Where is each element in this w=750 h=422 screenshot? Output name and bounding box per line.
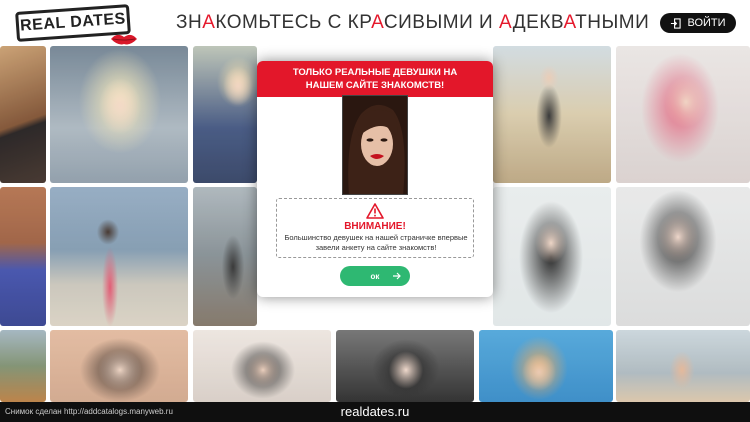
page-headline: ЗНАКОМЬТЕСЬ С КРАСИВЫМИ И АДЕКВАТНЫМИ <box>176 12 649 34</box>
lips-icon <box>111 34 137 45</box>
headline-part: А <box>371 12 384 33</box>
warning-text: Большинство девушек на нашей страничке в… <box>284 233 468 252</box>
page: REAL DATES ЗНАКОМЬТЕСЬ С КРАСИВЫМИ И АДЕ… <box>0 0 750 422</box>
arrow-right-icon <box>393 272 401 280</box>
featured-profile-photo <box>342 95 408 195</box>
warning-box: ВНИМАНИЕ! Большинство девушек на нашей с… <box>276 198 474 258</box>
notice-dialog: ТОЛЬКО РЕАЛЬНЫЕ ДЕВУШКИ НА НАШЕМ САЙТЕ З… <box>257 61 493 297</box>
site-header: REAL DATES ЗНАКОМЬТЕСЬ С КРАСИВЫМИ И АДЕ… <box>0 0 750 46</box>
headline-part: ТНЫМИ <box>575 12 650 33</box>
site-logo[interactable]: REAL DATES <box>15 4 137 45</box>
dialog-title: ТОЛЬКО РЕАЛЬНЫЕ ДЕВУШКИ НА НАШЕМ САЙТЕ З… <box>257 61 493 97</box>
warning-icon <box>366 203 384 219</box>
ok-label: ок <box>370 271 380 281</box>
screenshot-footer: Снимок сделан http://addcatalogs.manyweb… <box>0 402 750 422</box>
login-icon <box>671 17 682 29</box>
headline-part: А <box>563 12 576 33</box>
login-button[interactable]: ВОЙТИ <box>660 13 736 33</box>
headline-part: А <box>202 12 216 33</box>
headline-part: КОМЬТЕСЬ С КР <box>215 12 372 33</box>
ok-button[interactable]: ок <box>340 266 410 286</box>
headline-part: А <box>498 12 513 33</box>
headline-part: СИВЫМИ И <box>383 12 499 33</box>
headline-part: ДЕКВ <box>512 12 564 33</box>
headline-part: ЗН <box>176 12 203 33</box>
warning-title: ВНИМАНИЕ! <box>344 221 406 232</box>
login-label: ВОЙТИ <box>687 17 726 29</box>
profile-portrait <box>343 96 407 194</box>
site-domain: realdates.ru <box>340 404 410 419</box>
